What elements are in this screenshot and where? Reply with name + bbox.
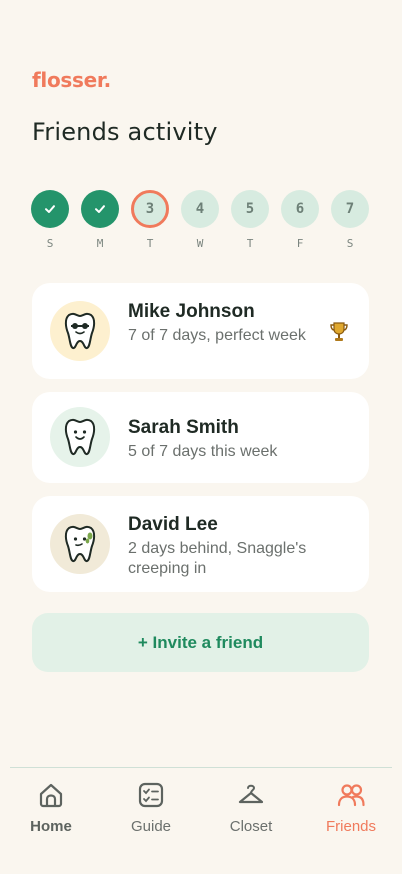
avatar	[50, 514, 110, 574]
day-letter: T	[246, 237, 254, 250]
day-letter: T	[146, 237, 154, 250]
day-circle-today: 3	[131, 190, 169, 228]
tooth-icon	[64, 312, 96, 350]
day-letter: S	[346, 237, 354, 250]
nav-label: Friends	[325, 818, 377, 835]
friend-info: Mike Johnson 7 of 7 days, perfect week	[128, 300, 329, 346]
nav-item-home[interactable]: Home	[1, 782, 101, 835]
day-circle-done	[81, 190, 119, 228]
friend-name: David Lee	[128, 514, 218, 535]
invite-friend-button[interactable]: + Invite a friend	[32, 613, 369, 672]
checklist-icon	[138, 782, 164, 808]
friend-status: 7 of 7 days, perfect week	[128, 327, 306, 344]
check-icon	[95, 205, 105, 213]
avatar	[50, 301, 110, 361]
day-wednesday[interactable]: 4 W	[181, 190, 219, 260]
day-friday[interactable]: 6 F	[281, 190, 319, 260]
check-icon	[45, 205, 55, 213]
day-circle: 5	[231, 190, 269, 228]
friend-info: Sarah Smith 5 of 7 days this week	[128, 416, 329, 462]
day-letter: M	[96, 237, 104, 250]
bottom-nav: Home Guide Closet Friends	[0, 768, 402, 874]
home-icon	[39, 783, 63, 808]
day-circle: 6	[281, 190, 319, 228]
nav-label: Guide	[130, 818, 172, 835]
day-letter: F	[296, 237, 304, 250]
friends-icon	[337, 784, 365, 807]
friend-status: 5 of 7 days this week	[128, 443, 278, 460]
day-letter: W	[196, 237, 204, 250]
nav-item-closet[interactable]: Closet	[201, 782, 301, 835]
friend-name: Sarah Smith	[128, 417, 239, 438]
friend-status: 2 days behind, Snaggle's creeping in	[128, 540, 307, 577]
nav-item-guide[interactable]: Guide	[101, 782, 201, 835]
nav-label: Home	[30, 818, 72, 835]
trophy-icon	[329, 321, 349, 349]
day-thursday[interactable]: 5 T	[231, 190, 269, 260]
day-circle-done	[31, 190, 69, 228]
friend-info: David Lee 2 days behind, Snaggle's creep…	[128, 513, 329, 579]
app-logo: flosser.	[32, 68, 111, 92]
day-circle: 4	[181, 190, 219, 228]
nav-item-friends[interactable]: Friends	[301, 782, 401, 835]
friend-card[interactable]: Mike Johnson 7 of 7 days, perfect week	[32, 283, 369, 379]
day-sunday[interactable]: S	[31, 190, 69, 260]
week-tracker: S M 3 T 4 W 5 T 6 F 7 S	[31, 190, 371, 260]
tooth-icon	[64, 418, 96, 456]
avatar	[50, 407, 110, 467]
page-title: Friends activity	[32, 118, 218, 146]
friend-card[interactable]: Sarah Smith 5 of 7 days this week	[32, 392, 369, 483]
day-letter: S	[46, 237, 54, 250]
hanger-icon	[238, 784, 264, 804]
friend-card[interactable]: David Lee 2 days behind, Snaggle's creep…	[32, 496, 369, 592]
day-monday[interactable]: M	[81, 190, 119, 260]
tooth-icon	[64, 525, 96, 563]
day-tuesday[interactable]: 3 T	[131, 190, 169, 260]
nav-label: Closet	[229, 818, 273, 835]
day-circle: 7	[331, 190, 369, 228]
day-saturday[interactable]: 7 S	[331, 190, 369, 260]
friend-name: Mike Johnson	[128, 301, 255, 322]
